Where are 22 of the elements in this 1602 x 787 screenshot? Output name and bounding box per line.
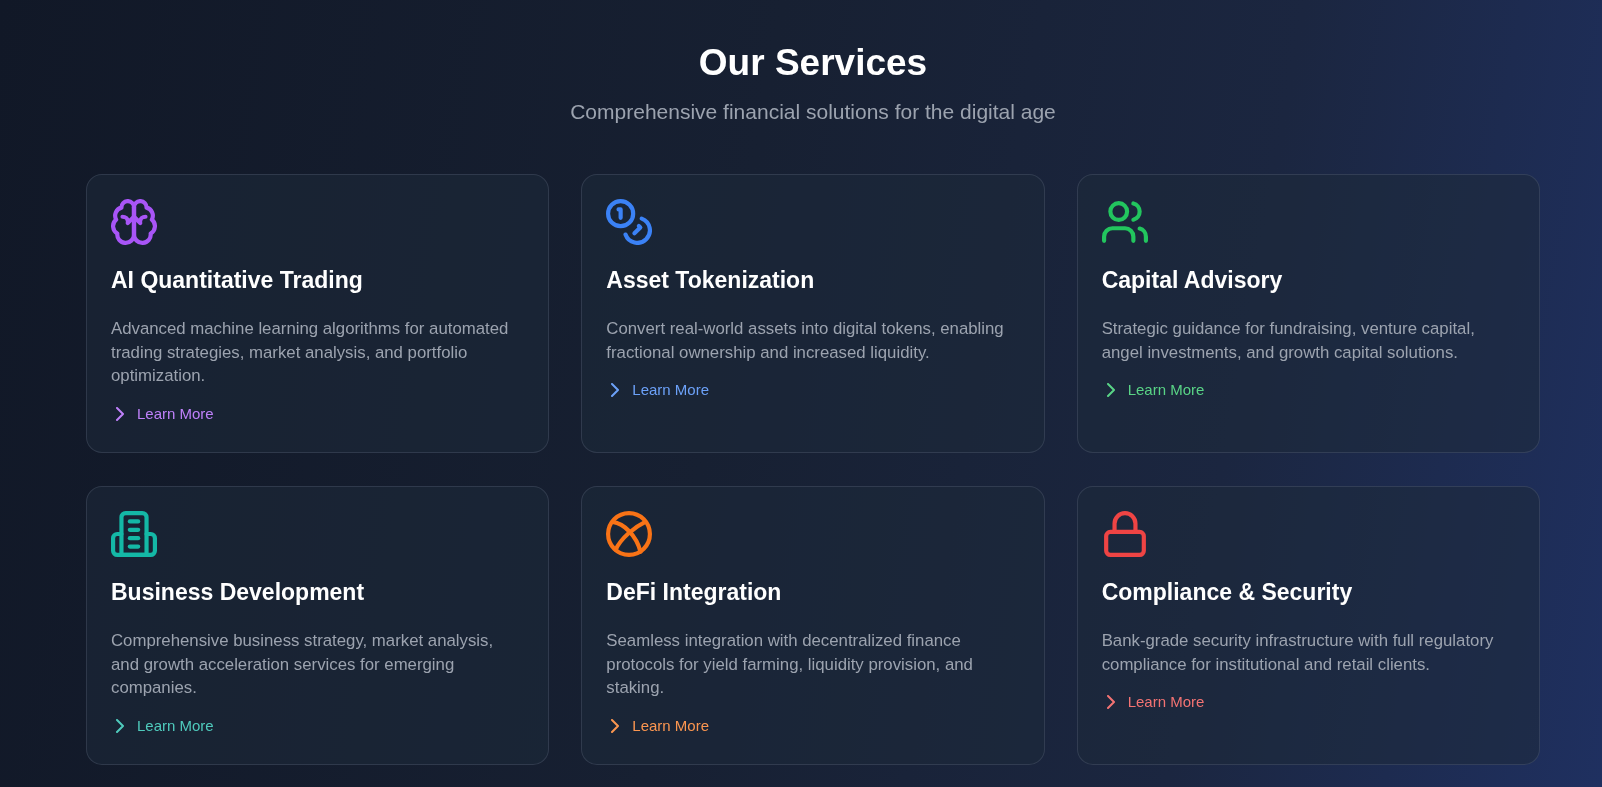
chevron-right-icon: [113, 718, 127, 733]
service-description: Bank-grade security infrastructure with full regulatory compliance for institutional and retail clients.: [1101, 630, 1495, 676]
learn-more-link[interactable]: Learn More: [606, 380, 710, 400]
service-title: DeFi Integration: [606, 578, 783, 607]
section-title: Our Services: [697, 41, 929, 85]
learn-more-link[interactable]: Learn More: [606, 715, 710, 736]
service-title: Business Development: [111, 578, 366, 607]
chevron-right-icon: [113, 406, 127, 421]
service-title: Capital Advisory: [1101, 266, 1284, 295]
learn-more-link[interactable]: Learn More: [1101, 692, 1205, 712]
service-title: Asset Tokenization: [606, 266, 816, 295]
service-description: Comprehensive business strategy, market analysis, and growth acceleration services for emerging companies.: [111, 630, 495, 699]
service-description: Seamless integration with decentralized finance protocols for yield farming, liquidity provision, and staking.: [606, 630, 974, 699]
service-title: AI Quantitative Trading: [111, 266, 364, 295]
learn-more-link[interactable]: Learn More: [1101, 380, 1205, 400]
service-description: Advanced machine learning algorithms for automated trading strategies, market analysis, and portfolio optimization.: [111, 318, 510, 387]
section-subtitle: Comprehensive financial solutions for the digital age: [569, 99, 1057, 125]
service-description: Strategic guidance for fundraising, venture capital, angel investments, and growth capital solutions.: [1101, 318, 1476, 364]
service-title: Compliance & Security: [1101, 578, 1354, 607]
learn-more-link[interactable]: Learn More: [111, 715, 214, 736]
service-description: Convert real-world assets into digital tokens, enabling fractional ownership and increased liquidity.: [606, 318, 1005, 364]
learn-more-link[interactable]: Learn More: [111, 403, 214, 424]
